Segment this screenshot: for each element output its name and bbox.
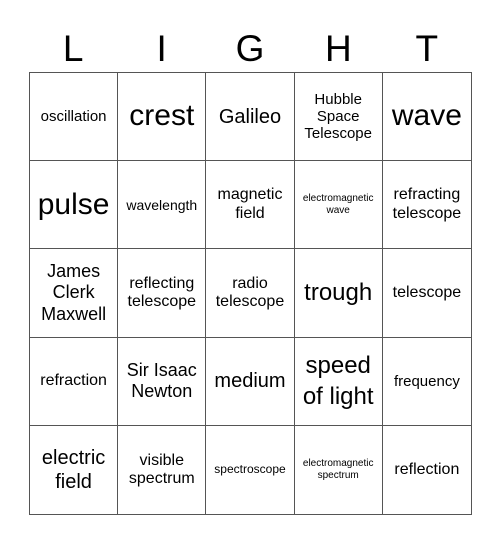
bingo-cell[interactable]: Hubble Space Telescope: [294, 73, 383, 162]
bingo-cell[interactable]: James Clerk Maxwell: [30, 249, 119, 338]
bingo-grid: oscillation crest Galileo Hubble Space Tele…: [29, 72, 472, 515]
header-letter-g: G: [235, 28, 265, 69]
header-letter-h: H: [325, 28, 352, 69]
bingo-cell[interactable]: crest: [118, 73, 207, 162]
header-letter-l: L: [62, 28, 84, 69]
bingo-cell[interactable]: frequency: [382, 338, 471, 426]
bingo-cell[interactable]: magnetic field: [206, 161, 295, 250]
bingo-cell[interactable]: refracting telescope: [382, 161, 471, 250]
bingo-cell[interactable]: radio telescope: [206, 249, 295, 338]
header-letter-t: T: [415, 28, 439, 69]
bingo-cell[interactable]: pulse: [30, 161, 119, 250]
bingo-cell[interactable]: reflection: [383, 426, 471, 514]
bingo-cell[interactable]: wave: [382, 73, 471, 162]
bingo-cell[interactable]: electromagnetic wave: [294, 161, 383, 250]
bingo-cell[interactable]: Galileo: [206, 73, 295, 162]
bingo-cell[interactable]: speed of light: [294, 337, 383, 426]
bingo-cell[interactable]: reflecting telescope: [118, 249, 207, 338]
bingo-cell[interactable]: oscillation: [30, 73, 119, 162]
bingo-cell[interactable]: medium: [206, 337, 295, 426]
bingo-cell[interactable]: electromagnetic spectrum: [295, 425, 383, 514]
header-letter-i: I: [156, 28, 167, 69]
bingo-cell[interactable]: refraction: [30, 337, 119, 426]
bingo-cell[interactable]: Sir Isaac Newton: [118, 337, 207, 426]
bingo-cell[interactable]: visible spectrum: [118, 425, 207, 514]
bingo-cell[interactable]: wavelength: [118, 161, 207, 250]
bingo-cell[interactable]: spectroscope: [206, 425, 295, 514]
bingo-cell[interactable]: trough: [294, 249, 383, 338]
bingo-header: L I G H T: [29, 26, 471, 72]
bingo-cell[interactable]: electric field: [30, 425, 119, 514]
bingo-cell[interactable]: telescope: [382, 249, 471, 338]
